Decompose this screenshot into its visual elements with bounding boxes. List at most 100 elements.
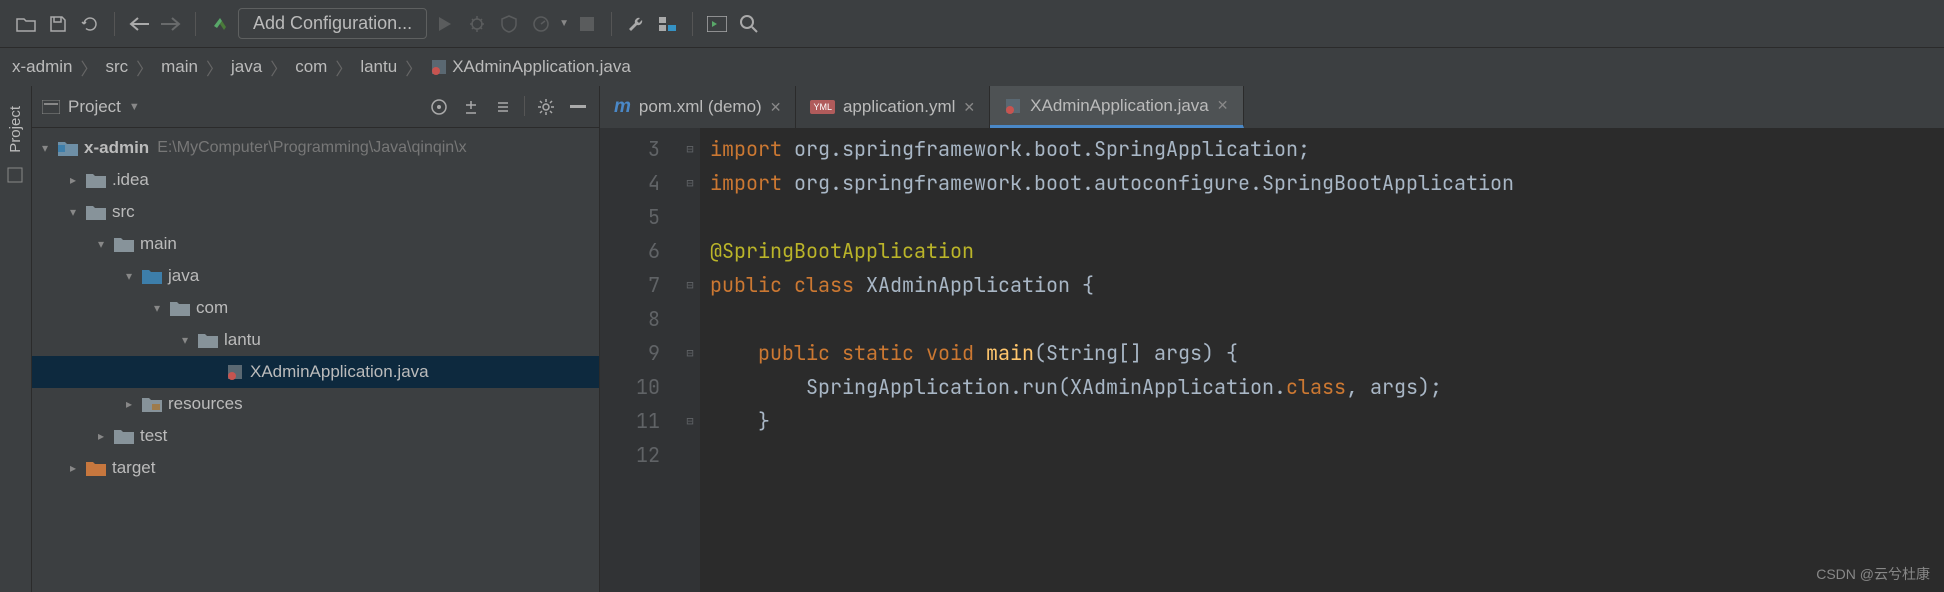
breadcrumb: x-admin 〉 src 〉 main 〉 java 〉 com 〉 lantu 〉 XA… [0, 48, 1944, 86]
chevron-icon: 〉 [270, 55, 287, 80]
profile-icon[interactable] [527, 10, 555, 38]
save-icon[interactable] [44, 10, 72, 38]
project-sidebar: Project ▼ ▾ x-admin E:\MyComputer\Progra… [32, 86, 600, 592]
close-icon[interactable]: ✕ [1217, 97, 1229, 114]
chevron-down-icon: ▾ [154, 301, 170, 315]
breadcrumb-item[interactable]: com [295, 57, 327, 77]
run-anything-icon[interactable] [703, 10, 731, 38]
project-tree: ▾ x-admin E:\MyComputer\Programming\Java… [32, 128, 599, 592]
chevron-down-icon: ▾ [70, 205, 86, 219]
separator [611, 12, 612, 36]
tab-yml[interactable]: YML application.yml ✕ [796, 86, 990, 128]
breadcrumb-item[interactable]: x-admin [12, 57, 72, 77]
breadcrumb-item[interactable]: java [231, 57, 262, 77]
chevron-icon: 〉 [80, 55, 97, 80]
tree-label: lantu [224, 330, 261, 350]
wrench-icon[interactable] [622, 10, 650, 38]
add-configuration-button[interactable]: Add Configuration... [238, 8, 427, 39]
tree-root[interactable]: ▾ x-admin E:\MyComputer\Programming\Java… [32, 132, 599, 164]
chevron-down-icon: ▾ [42, 141, 58, 155]
tree-item-com[interactable]: ▾ com [32, 292, 599, 324]
java-file-icon [430, 58, 448, 76]
package-icon [198, 332, 218, 348]
tree-label: x-admin [84, 138, 149, 158]
dropdown-icon[interactable]: ▼ [559, 18, 569, 29]
sidebar-title[interactable]: Project ▼ [42, 97, 428, 117]
main-toolbar: Add Configuration... ▼ [0, 0, 1944, 48]
back-icon[interactable] [125, 10, 153, 38]
code-content[interactable]: import org.springframework.boot.SpringAp… [700, 128, 1944, 592]
package-icon [170, 300, 190, 316]
chevron-down-icon: ▾ [126, 269, 142, 283]
breadcrumb-item[interactable]: lantu [360, 57, 397, 77]
sidebar-title-text: Project [68, 97, 121, 117]
tab-label: XAdminApplication.java [1030, 96, 1209, 116]
tree-item-src[interactable]: ▾ src [32, 196, 599, 228]
tree-item-test[interactable]: ▸ test [32, 420, 599, 452]
line-number-gutter: 3456789101112 [600, 128, 680, 592]
tree-item-target[interactable]: ▸ target [32, 452, 599, 484]
tab-java[interactable]: XAdminApplication.java ✕ [990, 86, 1243, 128]
chevron-down-icon: ▼ [129, 101, 140, 113]
excluded-folder-icon [86, 460, 106, 476]
tree-item-file[interactable]: XAdminApplication.java [32, 356, 599, 388]
sidebar-header: Project ▼ [32, 86, 599, 128]
hide-icon[interactable] [567, 96, 589, 118]
separator [195, 12, 196, 36]
search-icon[interactable] [735, 10, 763, 38]
tool-window-bar: Project [0, 86, 32, 592]
tree-label: resources [168, 394, 243, 414]
breadcrumb-item[interactable]: src [105, 57, 128, 77]
tab-pom[interactable]: m pom.xml (demo) ✕ [600, 86, 796, 128]
tree-item-idea[interactable]: ▸ .idea [32, 164, 599, 196]
structure-icon[interactable] [654, 10, 682, 38]
java-file-icon [226, 363, 244, 381]
chevron-down-icon: ▾ [98, 237, 114, 251]
chevron-icon: 〉 [405, 55, 422, 80]
resources-folder-icon [142, 396, 162, 412]
open-icon[interactable] [12, 10, 40, 38]
run-icon[interactable] [431, 10, 459, 38]
chevron-icon: 〉 [206, 55, 223, 80]
debug-icon[interactable] [463, 10, 491, 38]
code-area[interactable]: 3456789101112 ⊟⊟⊟⊟⊟ import org.springfra… [600, 128, 1944, 592]
close-icon[interactable]: ✕ [963, 99, 975, 116]
module-icon [58, 140, 78, 156]
tree-label: java [168, 266, 199, 286]
watermark: CSDN @云兮杜康 [1816, 564, 1930, 584]
chevron-right-icon: ▸ [70, 173, 86, 187]
folder-icon [114, 236, 134, 252]
forward-icon[interactable] [157, 10, 185, 38]
maven-icon: m [614, 96, 631, 118]
stop-icon[interactable] [573, 10, 601, 38]
tab-label: application.yml [843, 97, 955, 117]
tab-label: pom.xml (demo) [639, 97, 762, 117]
close-icon[interactable]: ✕ [770, 99, 782, 116]
breadcrumb-item[interactable]: XAdminApplication.java [452, 57, 631, 77]
separator [692, 12, 693, 36]
project-icon [42, 100, 60, 114]
tree-item-main[interactable]: ▾ main [32, 228, 599, 260]
folder-icon [86, 172, 106, 188]
tree-label: test [140, 426, 167, 446]
tree-label: XAdminApplication.java [250, 362, 429, 382]
coverage-icon[interactable] [495, 10, 523, 38]
select-opened-icon[interactable] [428, 96, 450, 118]
separator [114, 12, 115, 36]
yml-icon: YML [810, 100, 835, 114]
source-folder-icon [142, 268, 162, 284]
build-icon[interactable] [206, 10, 234, 38]
bookmarks-icon[interactable] [7, 167, 25, 185]
refresh-icon[interactable] [76, 10, 104, 38]
chevron-icon: 〉 [136, 55, 153, 80]
expand-all-icon[interactable] [460, 96, 482, 118]
tree-item-java[interactable]: ▾ java [32, 260, 599, 292]
chevron-icon: 〉 [335, 55, 352, 80]
breadcrumb-item[interactable]: main [161, 57, 198, 77]
gear-icon[interactable] [535, 96, 557, 118]
collapse-all-icon[interactable] [492, 96, 514, 118]
tree-item-resources[interactable]: ▸ resources [32, 388, 599, 420]
chevron-right-icon: ▸ [70, 461, 86, 475]
tree-item-lantu[interactable]: ▾ lantu [32, 324, 599, 356]
project-tool-button[interactable]: Project [7, 106, 24, 153]
